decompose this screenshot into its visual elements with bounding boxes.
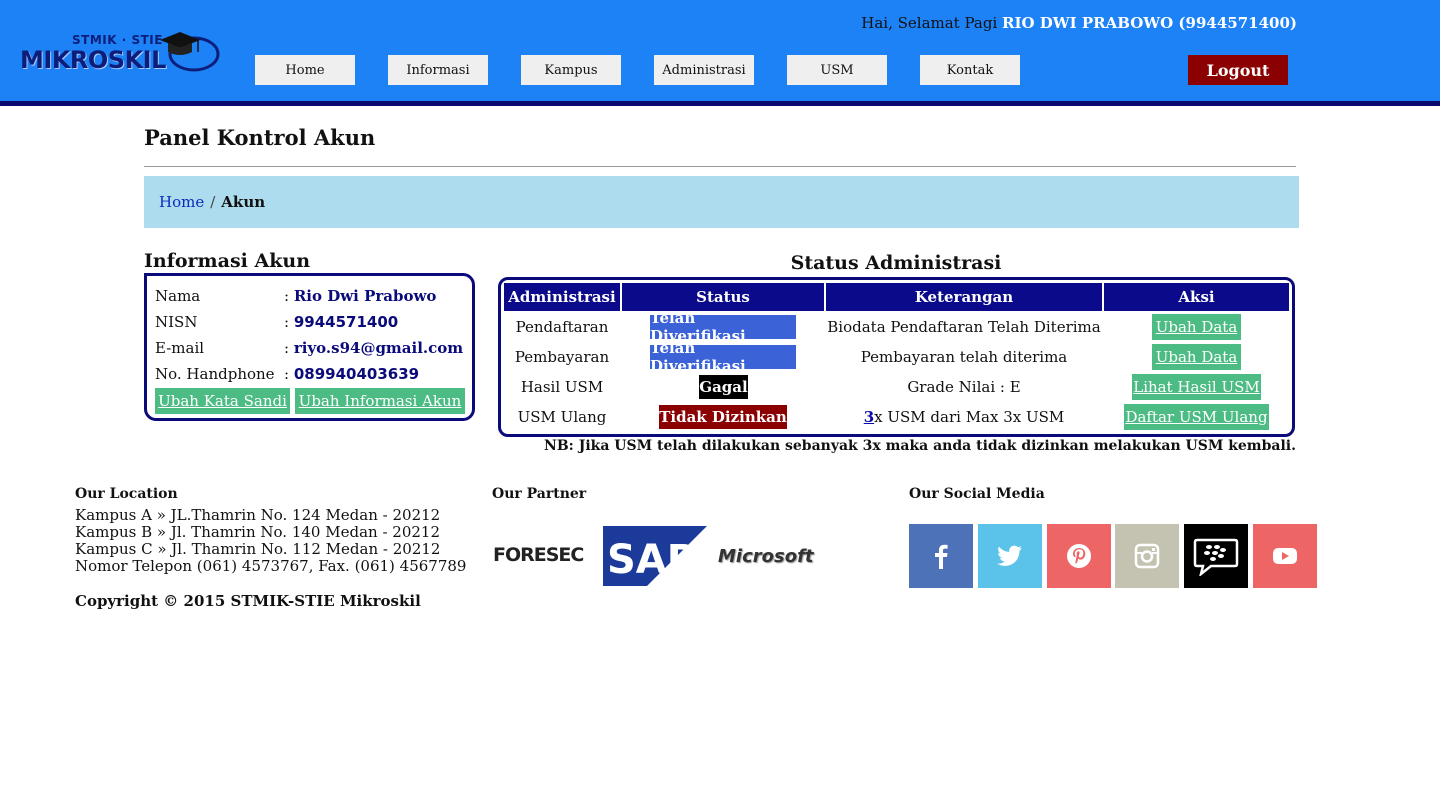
usm-count-text: x USM dari Max 3x USM [874,408,1065,426]
nav-informasi[interactable]: Informasi [388,55,488,85]
account-info-heading: Informasi Akun [144,250,311,272]
breadcrumb: Home / Akun [144,176,1299,228]
info-row-nama: Nama : Rio Dwi Prabowo [155,287,436,305]
info-value: riyo.s94@gmail.com [293,339,464,357]
twitter-icon [997,545,1022,566]
instagram-icon [1134,543,1160,569]
pinterest-button[interactable] [1047,524,1111,588]
breadcrumb-current: Akun [221,193,266,211]
twitter-button[interactable] [978,524,1042,588]
status-note: 3x USM dari Max 3x USM [826,404,1102,430]
usm-count-link[interactable]: 3 [864,408,874,426]
account-info-panel: Nama : Rio Dwi Prabowo NISN : 9944571400… [144,273,475,421]
breadcrumb-separator: / [210,193,216,211]
view-usm-result-button[interactable]: Lihat Hasil USM [1132,374,1261,400]
column-header: Keterangan [826,283,1102,311]
bbm-button[interactable] [1184,524,1248,588]
info-label: NISN [155,313,198,331]
status-badge: Telah Diverifikasi [650,339,796,375]
sap-logo[interactable]: SAP [603,526,707,586]
sap-logo-shape: SAP [603,526,707,586]
nav-kontak[interactable]: Kontak [920,55,1020,85]
logo-top-text: STMIK · STIE [72,33,163,47]
status-note: Grade Nilai : E [907,378,1021,396]
location-line: Kampus B » Jl. Thamrin No. 140 Medan - 2… [75,523,441,541]
location-heading: Our Location [75,486,178,502]
title-divider [144,166,1296,167]
column-header: Status [622,283,824,311]
bbm-icon [1193,538,1239,576]
status-note: Biodata Pendaftaran Telah Diterima [827,318,1101,336]
nav-usm[interactable]: USM [787,55,887,85]
info-colon: : [284,287,290,305]
pinterest-icon [1067,544,1091,568]
social-heading: Our Social Media [909,486,1045,502]
facebook-icon [935,544,948,569]
microsoft-logo[interactable]: Microsoft [718,546,814,567]
edit-info-button[interactable]: Ubah Informasi Akun [295,388,465,414]
foresec-logo-text: FORESEC [493,544,584,566]
admin-item: USM Ulang [517,408,607,426]
breadcrumb-home-link[interactable]: Home [159,193,204,211]
change-password-button[interactable]: Ubah Kata Sandi [155,388,290,414]
sap-logo-text: SAP [607,537,696,583]
mikroskil-logo[interactable]: STMIK · STIE MIKROSKIL [20,30,225,78]
status-badge: Tidak Dizinkan [659,405,787,429]
nav-administrasi[interactable]: Administrasi [654,55,754,85]
greeting-text: Hai, Selamat Pagi [861,14,998,32]
note-text: NB: Jika USM telah dilakukan sebanyak 3x… [544,438,1296,454]
partner-heading: Our Partner [492,486,587,502]
youtube-icon [1273,548,1297,564]
location-line: Nomor Telepon (061) 4573767, Fax. (061) … [75,557,467,575]
nav-kampus[interactable]: Kampus [521,55,621,85]
info-label: No. Handphone [155,365,275,383]
nav-home[interactable]: Home [255,55,355,85]
info-colon: : [284,313,290,331]
status-admin-heading: Status Administrasi [790,252,1002,274]
greeting: Hai, Selamat Pagi RIO DWI PRABOWO (99445… [861,14,1297,32]
info-label: Nama [155,287,201,305]
foresec-logo[interactable]: FORESEC [493,544,584,566]
status-badge: Gagal [699,375,748,399]
edit-data-button[interactable]: Ubah Data [1152,314,1241,340]
admin-item: Pendaftaran [515,318,609,336]
column-header: Administrasi [504,283,620,311]
info-colon: : [284,365,290,383]
page-title: Panel Kontrol Akun [144,125,376,150]
info-row-phone: No. Handphone : 089940403639 [155,365,419,383]
info-value: 9944571400 [293,313,399,331]
youtube-button[interactable] [1253,524,1317,588]
info-value: Rio Dwi Prabowo [293,287,437,305]
instagram-button[interactable] [1115,524,1179,588]
facebook-button[interactable] [909,524,973,588]
register-usm-button[interactable]: Daftar USM Ulang [1124,404,1269,430]
location-line: Kampus A » JL.Thamrin No. 124 Medan - 20… [75,506,441,524]
status-badge: Telah Diverifikasi [650,309,796,345]
info-row-nisn: NISN : 9944571400 [155,313,398,331]
status-note: Pembayaran telah diterima [860,348,1068,366]
admin-item: Hasil USM [520,378,604,396]
graduation-cap-icon [160,32,220,72]
user-name: RIO DWI PRABOWO (9944571400) [1002,14,1297,32]
admin-item: Pembayaran [514,348,610,366]
copyright: Copyright © 2015 STMIK-STIE Mikroskil [75,592,421,610]
info-label: E-mail [155,339,205,357]
microsoft-logo-text: Microsoft [718,546,814,567]
edit-data-button[interactable]: Ubah Data [1152,344,1241,370]
location-line: Kampus C » Jl. Thamrin No. 112 Medan - 2… [75,540,441,558]
info-row-email: E-mail : riyo.s94@gmail.com [155,339,463,357]
info-colon: : [284,339,290,357]
column-header: Aksi [1104,283,1289,311]
header-underline [0,101,1440,106]
logout-button[interactable]: Logout [1188,55,1288,85]
logo-main-text: MIKROSKIL [20,46,166,74]
info-value: 089940403639 [293,365,420,383]
